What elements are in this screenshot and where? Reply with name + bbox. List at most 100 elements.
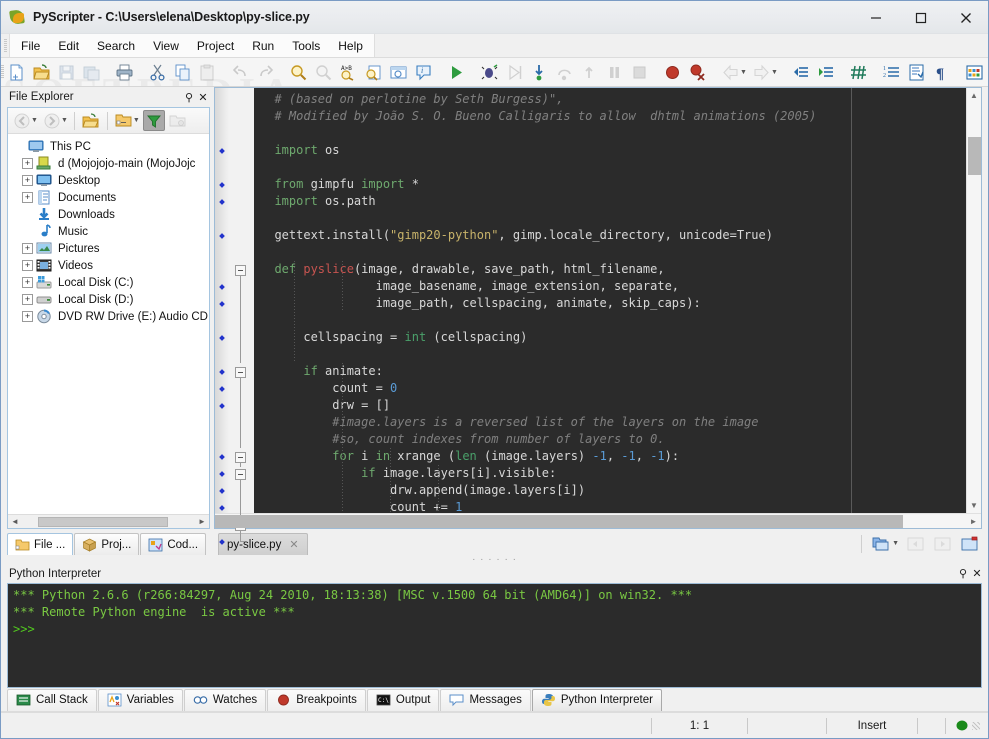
code-folding-gutter[interactable] [229,88,254,542]
menu-search[interactable]: Search [88,36,144,56]
expand-icon[interactable]: + [22,175,33,186]
info-icon[interactable]: i [412,61,435,84]
code-explorer-icon[interactable] [905,61,928,84]
next-file-icon[interactable] [931,532,954,555]
code-text-area[interactable]: # (based on perlotine by Seth Burgess)",… [254,88,966,513]
redo-icon[interactable] [254,61,277,84]
hscroll-thumb[interactable] [38,516,168,527]
layout-icon[interactable] [963,61,986,84]
expand-icon[interactable]: + [22,192,33,203]
tree-item-local-disk-c[interactable]: + Local Disk (C:) [8,274,209,291]
open-recent-icon[interactable] [869,532,892,555]
close-icon[interactable]: ✕ [970,567,984,581]
menu-project[interactable]: Project [188,36,243,56]
back-icon[interactable] [11,110,33,131]
browse-back-icon[interactable] [719,61,742,84]
unindent-icon[interactable] [789,61,812,84]
scroll-down-arrow-icon[interactable]: ▼ [967,498,982,513]
forward-icon[interactable] [41,110,63,131]
open-folder-icon[interactable] [80,110,102,131]
expand-icon[interactable]: + [22,277,33,288]
run-icon[interactable] [445,61,468,84]
tree-item-local-disk-d[interactable]: + Local Disk (D:) [8,291,209,308]
tree-item-documents[interactable]: + Documents [8,189,209,206]
bookmark-dot-icon[interactable] [219,199,225,205]
tree-item-videos[interactable]: + Videos [8,257,209,274]
editor-horizontal-scrollbar[interactable]: ► [215,513,981,528]
menu-file[interactable]: File [12,36,49,56]
expand-icon[interactable]: + [22,311,33,322]
expand-icon[interactable]: + [22,294,33,305]
browse-path-icon[interactable] [113,110,135,131]
tab-python-interpreter[interactable]: Python Interpreter [531,688,662,711]
clear-breakpoints-icon[interactable] [686,61,709,84]
step-out-icon[interactable] [578,61,601,84]
tab-project-explorer[interactable]: Proj... [74,533,140,555]
tab-code-explorer[interactable]: Cod... [140,533,207,555]
menu-run[interactable]: Run [243,36,283,56]
tree-item-dvd-drive[interactable]: + DVD RW Drive (E:) Audio CD [8,308,209,325]
tab-file-explorer[interactable]: File ... [7,533,74,555]
file-explorer-tree[interactable]: This PC + d (Mojojojo-main (MojoJojc + Deskt… [8,134,209,514]
interpreter-prompt[interactable]: >>> [13,621,981,638]
tree-item-this-pc[interactable]: This PC [8,138,209,155]
tree-item-desktop[interactable]: + Desktop [8,172,209,189]
debug-icon[interactable] [478,61,501,84]
undo-icon[interactable] [229,61,252,84]
find-icon[interactable] [287,61,310,84]
goto-icon[interactable] [387,61,410,84]
browse-path-dropdown-icon[interactable]: ▼ [133,117,140,124]
bookmark-dot-icon[interactable] [219,454,225,460]
close-icon[interactable]: ✕ [196,90,210,104]
step-over-icon[interactable] [553,61,576,84]
bookmark-dot-icon[interactable] [219,403,225,409]
breakpoint-icon[interactable] [661,61,684,84]
tree-item-downloads[interactable]: Downloads [8,206,209,223]
bookmark-dot-icon[interactable] [219,301,225,307]
vscroll-thumb[interactable] [967,137,981,175]
python-engine-active-icon[interactable] [946,713,988,738]
tab-watches[interactable]: Watches [183,688,267,711]
bookmark-dot-icon[interactable] [219,505,225,511]
horizontal-splitter[interactable]: · · · · · · [1,554,988,564]
run-to-cursor-icon[interactable] [503,61,526,84]
tree-item-pictures[interactable]: + Pictures [8,240,209,257]
menu-grip[interactable] [1,34,9,57]
editor-hscroll-thumb[interactable] [215,514,903,528]
close-file-icon[interactable] [958,532,981,555]
minimize-button[interactable] [853,1,898,34]
find-in-files-icon[interactable] [362,61,385,84]
expand-icon[interactable]: + [22,260,33,271]
hscroll-right-arrow-icon[interactable]: ► [195,517,209,526]
comment-icon[interactable] [847,61,870,84]
cut-icon[interactable] [146,61,169,84]
copy-icon[interactable] [171,61,194,84]
vscroll-track[interactable] [967,103,982,498]
replace-icon[interactable]: A>B [337,61,360,84]
save-all-icon[interactable] [80,61,103,84]
bookmark-gutter[interactable] [215,88,229,545]
editor-vertical-scrollbar[interactable]: ▲ ▼ [966,88,981,513]
maximize-button[interactable] [898,1,943,34]
bookmark-dot-icon[interactable] [219,233,225,239]
bookmark-dot-icon[interactable] [219,182,225,188]
menu-tools[interactable]: Tools [283,36,329,56]
expand-icon[interactable]: + [22,158,33,169]
menu-edit[interactable]: Edit [49,36,88,56]
tree-item-music[interactable]: Music [8,223,209,240]
tab-output[interactable]: C:\ Output [366,688,440,711]
scroll-up-arrow-icon[interactable]: ▲ [967,88,982,103]
scroll-right-arrow-icon[interactable]: ► [966,514,981,529]
menu-view[interactable]: View [144,36,188,56]
pin-icon[interactable]: ⚲ [182,90,196,104]
pause-icon[interactable] [603,61,626,84]
paste-icon[interactable] [196,61,219,84]
bookmark-dot-icon[interactable] [219,148,225,154]
menu-help[interactable]: Help [329,36,372,56]
tab-breakpoints[interactable]: Breakpoints [267,688,366,711]
fold-collapse-icon[interactable] [235,265,246,276]
close-button[interactable] [943,1,988,34]
tab-messages[interactable]: Messages [440,688,531,711]
browse-forward-icon[interactable] [750,61,773,84]
todo-list-icon[interactable]: 12 [880,61,903,84]
